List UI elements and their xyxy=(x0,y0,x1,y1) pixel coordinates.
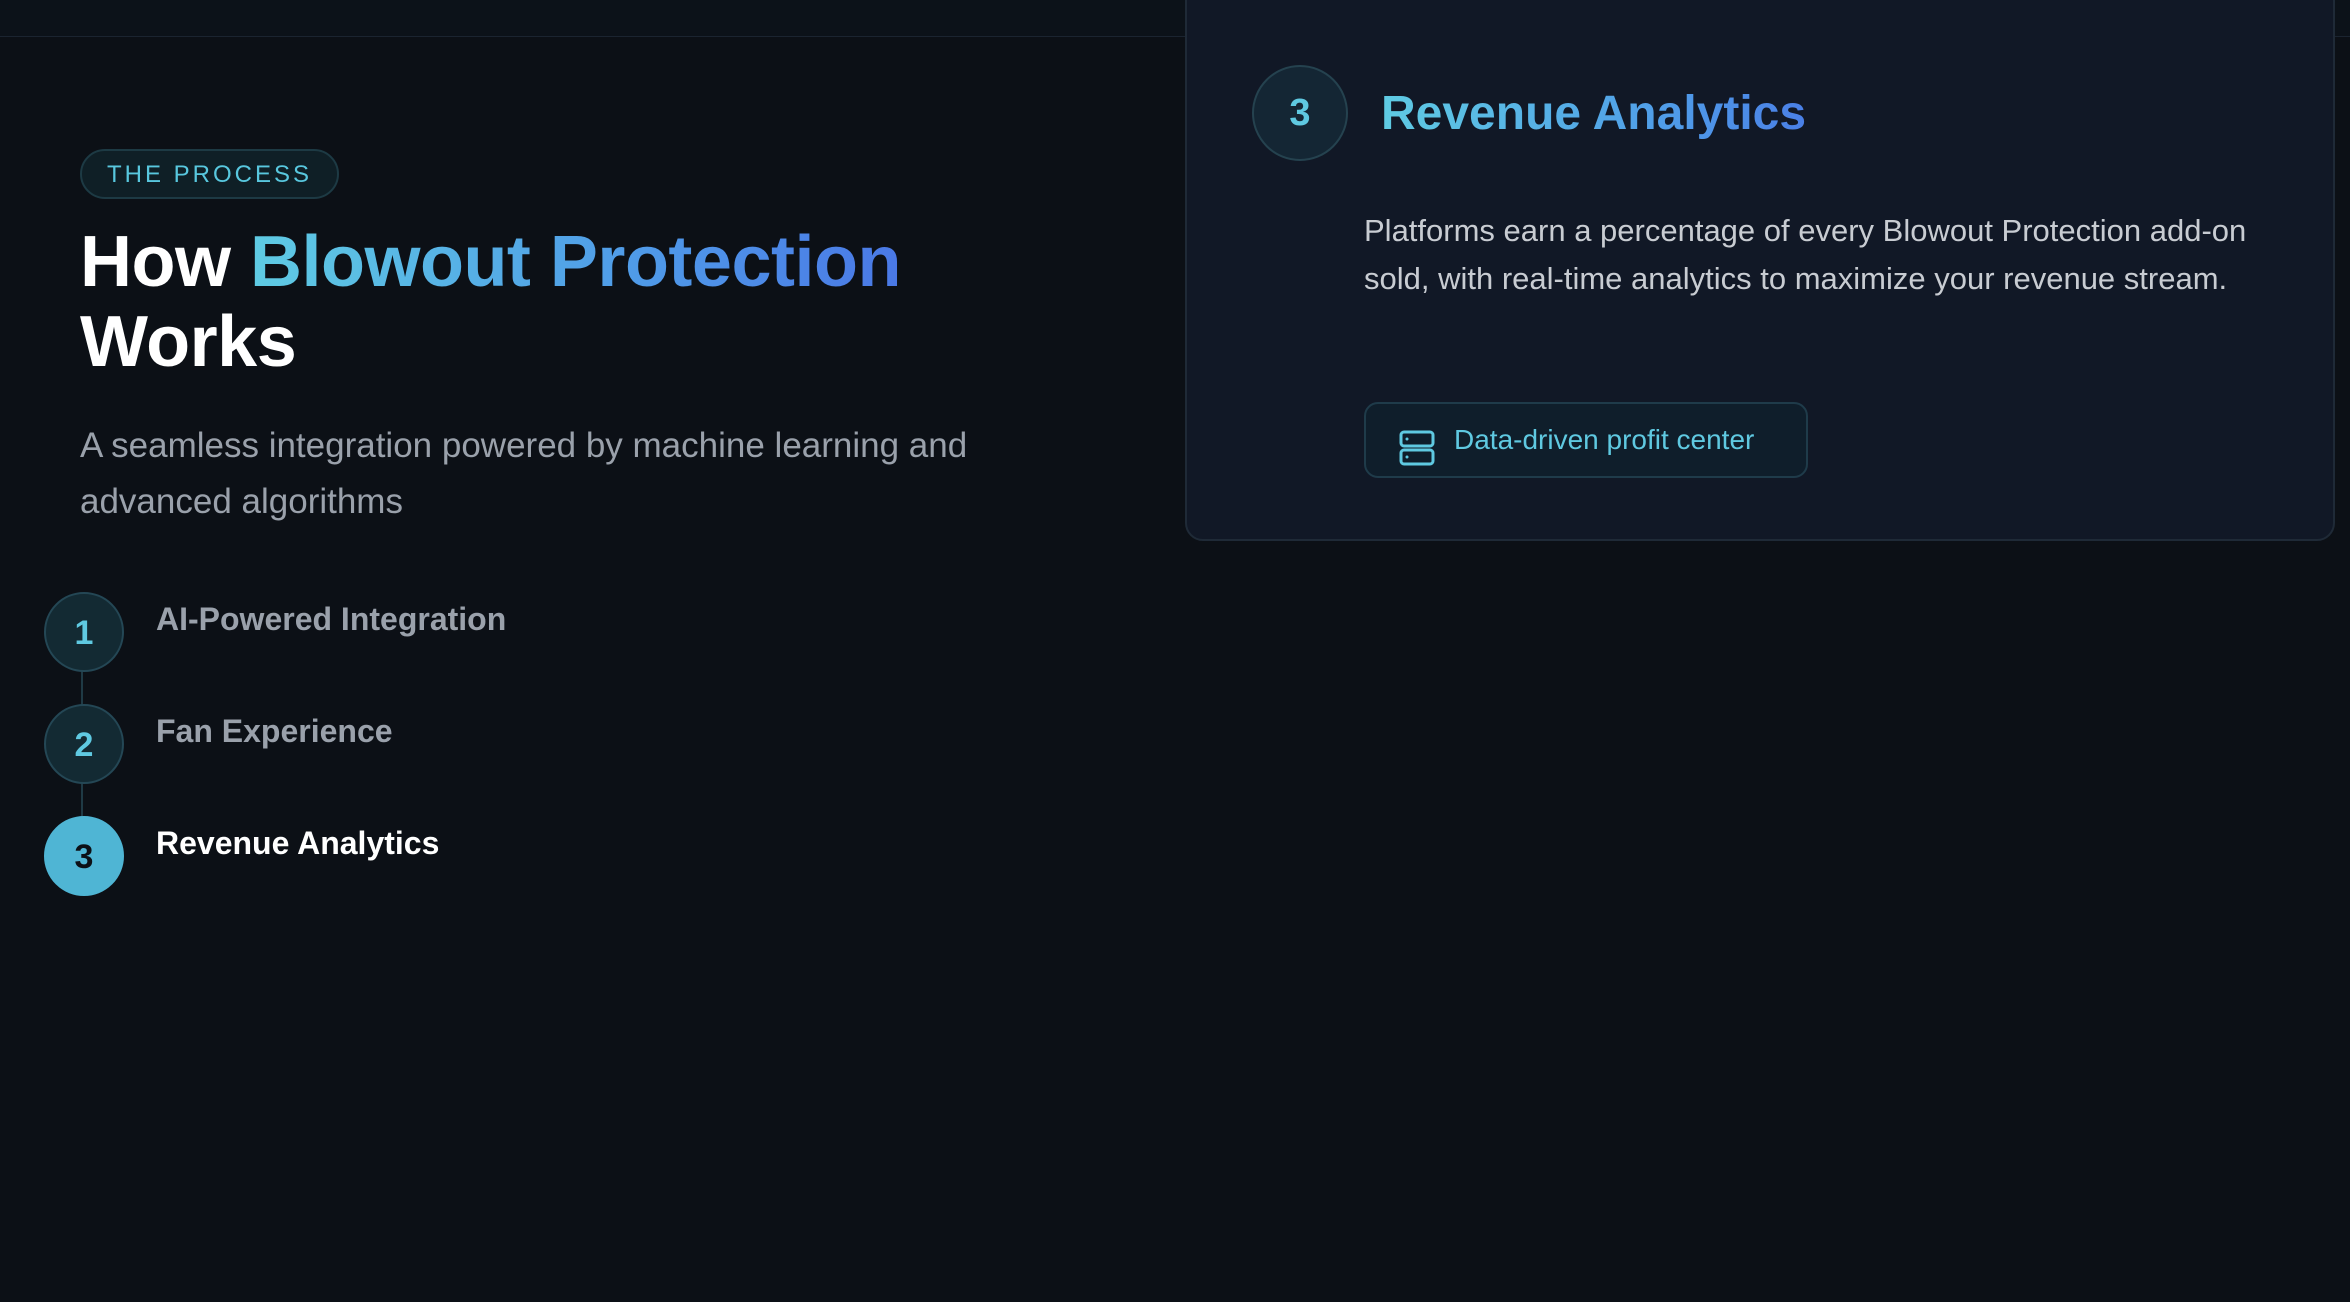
card-description: Platforms earn a percentage of every Blo… xyxy=(1364,213,2247,296)
page-subtitle: A seamless integration powered by machin… xyxy=(80,426,968,521)
page-title: How Blowout Protection Works xyxy=(80,222,901,382)
card-title: Revenue Analytics xyxy=(1381,87,1807,140)
title-highlight: Blowout Protection xyxy=(249,222,901,302)
step-number: 2 xyxy=(44,704,124,784)
section-badge: THE PROCESS xyxy=(80,149,340,199)
server-icon xyxy=(1398,422,1436,466)
profit-center-chip[interactable]: Data-driven profit center xyxy=(1364,402,1808,478)
card-step-number: 3 xyxy=(1252,65,1348,161)
step-number: 1 xyxy=(44,592,124,672)
step-label: Revenue Analytics xyxy=(156,825,440,861)
step-label: Fan Experience xyxy=(156,713,393,749)
step-label: AI-Powered Integration xyxy=(156,601,507,637)
step-number: 3 xyxy=(44,816,124,896)
step-fan-experience[interactable]: 2 Fan Experience xyxy=(44,704,744,784)
step-revenue-analytics[interactable]: 3 Revenue Analytics xyxy=(44,816,744,896)
chip-label: Data-driven profit center xyxy=(1454,424,1755,455)
title-suffix: Works xyxy=(80,302,297,382)
step-ai-powered-integration[interactable]: 1 AI-Powered Integration xyxy=(44,592,744,672)
step-detail-card: 3 Revenue Analytics Platforms earn a per… xyxy=(1185,0,2335,541)
title-prefix: How xyxy=(80,222,250,302)
